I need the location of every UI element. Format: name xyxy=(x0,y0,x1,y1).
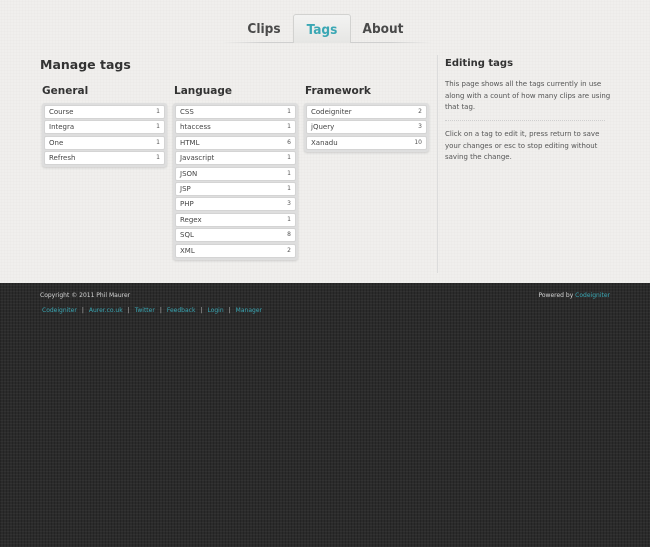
tag-count: 6 xyxy=(287,138,291,146)
tag-name: XML xyxy=(180,246,195,255)
tag-count: 3 xyxy=(418,123,422,131)
sidebar-divider xyxy=(437,55,438,273)
tag-row[interactable]: JSON 1 xyxy=(175,166,296,181)
tab-tags[interactable]: Tags xyxy=(293,14,351,43)
column-heading-language: Language xyxy=(174,85,232,97)
tag-row[interactable]: PHP 3 xyxy=(175,197,296,212)
powered-by-link[interactable]: Codeigniter xyxy=(575,292,610,299)
tag-row[interactable]: Regex 1 xyxy=(175,212,296,227)
tag-name: CSS xyxy=(180,108,194,116)
tag-count: 2 xyxy=(418,108,422,115)
tag-count: 1 xyxy=(156,123,160,131)
tag-row[interactable]: jQuery 3 xyxy=(306,120,427,135)
tag-name: Integra xyxy=(49,123,75,132)
tag-name: PHP xyxy=(180,200,194,209)
tag-count: 2 xyxy=(287,246,291,254)
footer-link-twitter[interactable]: Twitter xyxy=(135,307,155,314)
copyright-text: Copyright © 2011 Phil Maurer xyxy=(40,292,131,299)
tag-name: Javascript xyxy=(180,154,215,163)
tag-count: 1 xyxy=(287,108,291,115)
tag-count: 10 xyxy=(414,138,422,146)
tag-row[interactable]: Course 1 xyxy=(44,105,165,119)
tag-count: 8 xyxy=(287,231,291,239)
top-nav: Clips Tags About xyxy=(0,14,650,44)
footer-link-manager[interactable]: Manager xyxy=(236,307,262,314)
link-separator: | xyxy=(127,307,130,314)
tag-count: 1 xyxy=(156,138,160,146)
tab-clips[interactable]: Clips xyxy=(235,14,293,43)
tab-about[interactable]: About xyxy=(354,14,412,43)
footer: Copyright © 2011 Phil Maurer Powered by … xyxy=(0,283,650,547)
tag-list-language: CSS 1 htaccess 1 HTML 6 Javascript 1 JSON 1 J… xyxy=(173,103,298,260)
tag-row[interactable]: Refresh 1 xyxy=(44,151,165,166)
sidebar-paragraph: Click on a tag to edit it, press return … xyxy=(445,130,600,161)
tag-name: Course xyxy=(49,108,74,116)
footer-links: Codeigniter | Aurer.co.uk | Twitter | Fe… xyxy=(42,307,262,314)
tag-row[interactable]: Xanadu 10 xyxy=(306,135,427,150)
footer-link-feedback[interactable]: Feedback xyxy=(167,307,196,314)
tag-name: jQuery xyxy=(311,123,335,132)
tag-name: JSP xyxy=(180,184,191,193)
tag-row[interactable]: htaccess 1 xyxy=(175,120,296,135)
tag-row[interactable]: Integra 1 xyxy=(44,120,165,135)
tag-row[interactable]: One 1 xyxy=(44,135,165,150)
link-separator: | xyxy=(228,307,231,314)
tag-count: 3 xyxy=(287,200,291,208)
tag-list-general: Course 1 Integra 1 One 1 Refresh 1 xyxy=(42,103,167,168)
link-separator: | xyxy=(200,307,203,314)
tag-row[interactable]: HTML 6 xyxy=(175,135,296,150)
tag-count: 1 xyxy=(287,123,291,131)
tag-row[interactable]: Javascript 1 xyxy=(175,151,296,166)
powered-by-label: Powered by xyxy=(538,292,574,299)
tag-name: JSON xyxy=(180,169,198,178)
column-heading-framework: Framework xyxy=(305,85,371,97)
tag-count: 1 xyxy=(156,108,160,115)
tag-row[interactable]: CSS 1 xyxy=(175,105,296,119)
tag-row[interactable]: JSP 1 xyxy=(175,181,296,196)
column-heading-general: General xyxy=(42,85,89,97)
tag-name: Codeigniter xyxy=(311,108,352,116)
tag-name: One xyxy=(49,138,64,147)
link-separator: | xyxy=(81,307,84,314)
tag-name: Regex xyxy=(180,215,202,224)
tag-count: 1 xyxy=(287,184,291,192)
footer-link-codeigniter[interactable]: Codeigniter xyxy=(42,307,77,314)
page-title: Manage tags xyxy=(40,57,131,72)
tag-name: htaccess xyxy=(180,123,211,132)
tag-count: 1 xyxy=(287,169,291,177)
tag-count: 1 xyxy=(287,154,291,162)
tag-row[interactable]: XML 2 xyxy=(175,243,296,258)
main-area: Clips Tags About Manage tags General Cou… xyxy=(0,0,650,283)
tag-name: Refresh xyxy=(49,154,76,163)
tag-row[interactable]: Codeigniter 2 xyxy=(306,105,427,119)
tag-row[interactable]: SQL 8 xyxy=(175,228,296,243)
sidebar-separator xyxy=(445,120,605,121)
footer-link-aurer[interactable]: Aurer.co.uk xyxy=(89,307,123,314)
tag-name: SQL xyxy=(180,231,194,240)
link-separator: | xyxy=(159,307,162,314)
tag-name: HTML xyxy=(180,138,200,147)
tag-count: 1 xyxy=(156,154,160,162)
sidebar-title: Editing tags xyxy=(445,58,514,69)
tag-name: Xanadu xyxy=(311,138,338,147)
sidebar-paragraph: This page shows all the tags currently i… xyxy=(445,80,611,111)
tag-count: 1 xyxy=(287,215,291,223)
tag-list-framework: Codeigniter 2 jQuery 3 Xanadu 10 xyxy=(304,103,429,152)
footer-link-login[interactable]: Login xyxy=(207,307,223,314)
powered-by: Powered by Codeigniter xyxy=(538,292,610,299)
